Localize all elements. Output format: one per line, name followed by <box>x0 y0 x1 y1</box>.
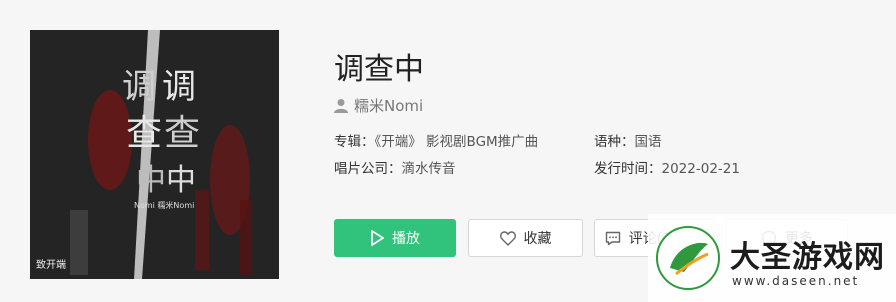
album-value[interactable]: 《开端》 影视剧BGM推广曲 <box>375 134 539 150</box>
cover-char-3: 中 <box>136 163 166 198</box>
album-info: 专辑：《开端》 影视剧BGM推广曲 <box>334 130 538 150</box>
release-info: 发行时间：2022-02-21 <box>594 157 740 177</box>
release-label: 发行时间： <box>594 161 662 177</box>
company-value: 滴水传音 <box>401 161 456 177</box>
album-cover-art: 调 调 查 查 中 中 Nomi 糯米Nomi 致开端 <box>30 30 279 279</box>
collect-label: 收藏 <box>523 231 552 247</box>
cover-char-3-shadow: 中 <box>166 163 196 198</box>
artist-name: 糯米Nomi <box>354 97 424 115</box>
company-label: 唱片公司： <box>334 161 402 177</box>
cover-char-1: 调 <box>122 67 156 107</box>
genre-info: 语种：国语 <box>594 130 662 150</box>
genre-label: 语种： <box>594 134 635 150</box>
release-value: 2022-02-21 <box>661 161 740 177</box>
genre-value: 国语 <box>634 134 662 150</box>
comment-icon <box>605 231 620 245</box>
watermark: 大圣游戏网 www.daseen.net <box>648 214 896 302</box>
watermark-brand: 大圣游戏网 <box>730 240 885 275</box>
album-cover: 调 调 查 查 中 中 Nomi 糯米Nomi 致开端 <box>30 30 279 279</box>
heart-icon <box>499 230 516 246</box>
cover-char-2: 查 <box>126 113 162 154</box>
play-label: 播放 <box>392 231 420 247</box>
watermark-logo-icon <box>656 226 720 290</box>
song-title: 调查中 <box>334 52 424 87</box>
artist-link[interactable]: 糯米Nomi <box>334 95 423 116</box>
user-icon <box>334 99 348 113</box>
collect-button[interactable]: 收藏 <box>468 219 583 257</box>
album-label: 专辑： <box>334 134 375 150</box>
play-icon <box>371 230 384 246</box>
watermark-url: www.daseen.net <box>732 274 860 288</box>
cover-char-2-shadow: 查 <box>164 113 200 154</box>
cover-char-1-shadow: 调 <box>162 67 196 107</box>
cover-credit: Nomi 糯米Nomi <box>134 200 194 210</box>
play-button[interactable]: 播放 <box>334 219 456 257</box>
company-info: 唱片公司：滴水传音 <box>334 157 456 177</box>
cover-corner-text: 致开端 <box>36 258 66 271</box>
